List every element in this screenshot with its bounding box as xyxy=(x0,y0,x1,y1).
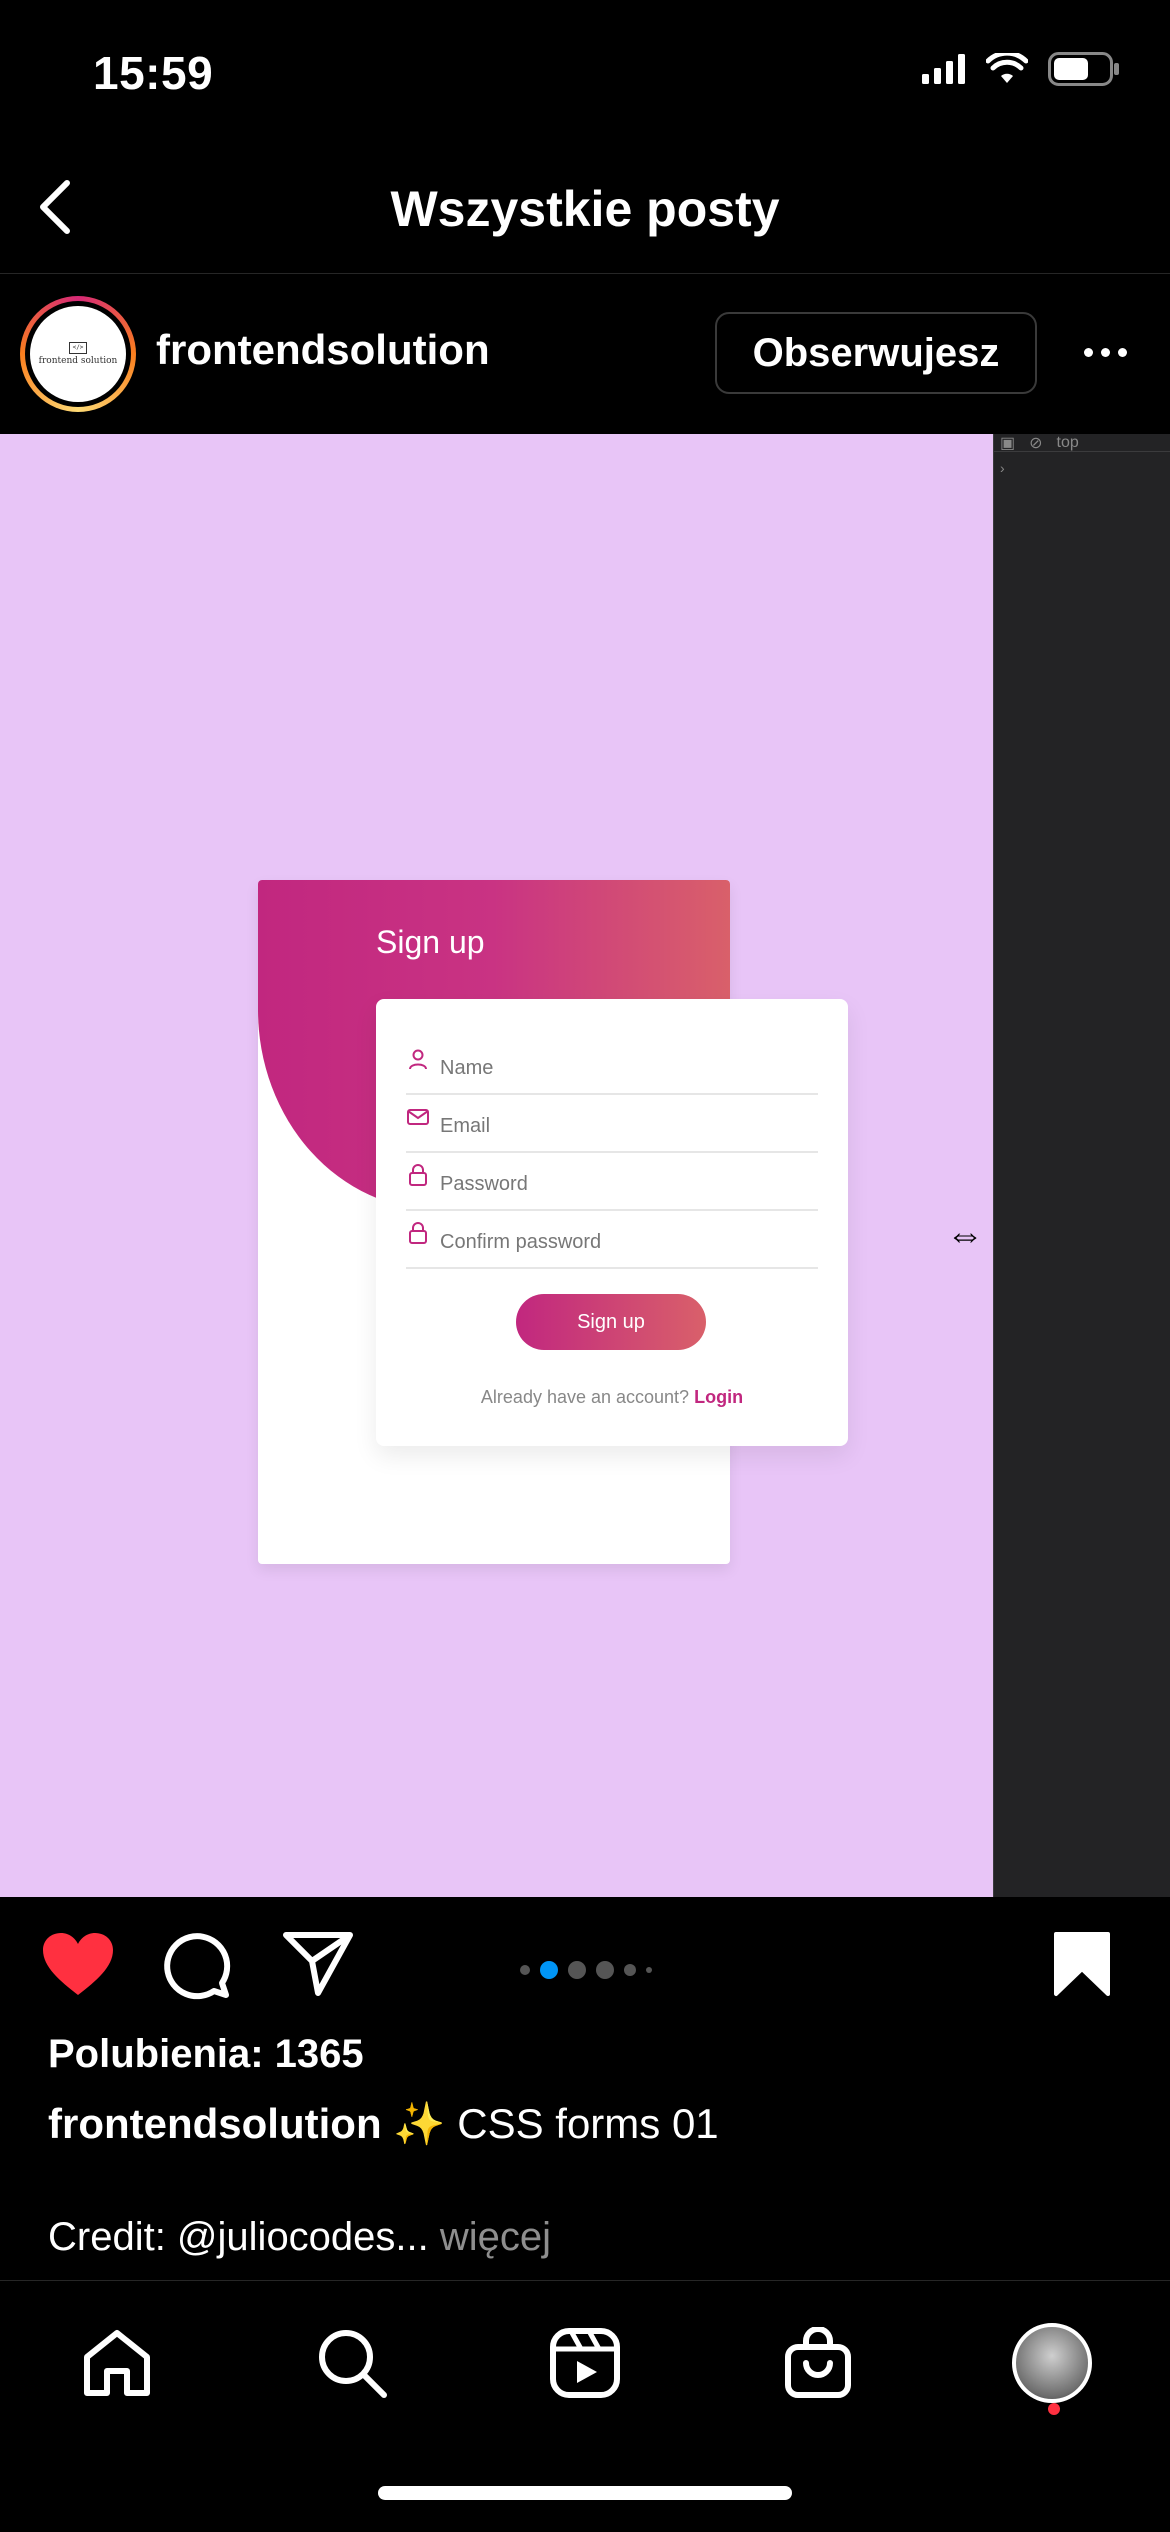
profile-avatar-icon xyxy=(1012,2323,1092,2403)
email-field: Email xyxy=(406,1095,818,1153)
more-options-icon[interactable] xyxy=(1075,332,1135,372)
layout-icon: ▣ xyxy=(1000,434,1016,452)
post-header: </> frontend solution frontendsolution O… xyxy=(0,274,1170,434)
notification-dot xyxy=(1048,2403,1060,2415)
reels-icon xyxy=(550,2328,620,2398)
nav-search[interactable] xyxy=(312,2323,392,2403)
signup-form-card: Name Email Password Confirm password Sig… xyxy=(376,999,848,1446)
account-text: Already have an account? xyxy=(480,1387,690,1407)
signup-title: Sign up xyxy=(376,924,485,960)
page-header: Wszystkie posty xyxy=(0,150,1170,274)
status-icons xyxy=(922,52,1120,86)
search-icon xyxy=(319,2330,387,2398)
password-field-label: Password xyxy=(440,1173,528,1195)
profile-avatar[interactable]: </> frontend solution xyxy=(20,296,136,412)
bookmark-icon[interactable] xyxy=(1053,1931,1111,1997)
lock-icon xyxy=(409,1164,427,1186)
likes-count[interactable]: Polubienia: 1365 xyxy=(48,2032,364,2077)
home-icon xyxy=(84,2330,150,2396)
name-field-label: Name xyxy=(440,1057,494,1079)
shopping-bag-icon xyxy=(785,2327,851,2398)
mail-icon xyxy=(407,1109,429,1125)
carousel-dot xyxy=(520,1965,530,1975)
user-icon xyxy=(409,1049,427,1070)
post-media[interactable]: ▣ ⊘ top › ⇔ Sign up Name Email Password … xyxy=(0,434,1170,1897)
heart-icon[interactable] xyxy=(40,1931,116,1997)
carousel-dot xyxy=(568,1961,586,1979)
lock-icon xyxy=(409,1222,427,1244)
caption-username[interactable]: frontendsolution xyxy=(48,2100,382,2147)
sparkles-emoji: ✨ xyxy=(393,2100,446,2147)
nav-reels[interactable] xyxy=(545,2323,625,2403)
post-actions xyxy=(0,1897,1170,2042)
resize-cursor-icon: ⇔ xyxy=(946,1214,984,1256)
status-time: 15:59 xyxy=(93,47,214,99)
caption-credit: Credit: @juliocodes... więcej xyxy=(48,2215,551,2260)
following-button[interactable]: Obserwujesz xyxy=(715,312,1037,394)
password-field: Password xyxy=(406,1153,818,1211)
nav-shop[interactable] xyxy=(778,2323,858,2403)
avatar-logo-text: frontend solution xyxy=(38,356,118,366)
caret-right-icon: › xyxy=(1000,460,1005,476)
carousel-dot xyxy=(596,1961,614,1979)
nav-profile[interactable] xyxy=(1012,2323,1092,2403)
home-indicator xyxy=(378,2486,792,2500)
devtools-context: top xyxy=(1056,434,1079,451)
login-prompt: Already have an account? Login xyxy=(376,1387,848,1408)
carousel-dot xyxy=(624,1964,636,1976)
devtools-toolbar: ▣ ⊘ top xyxy=(994,434,1170,452)
page-title: Wszystkie posty xyxy=(390,181,780,237)
email-field-label: Email xyxy=(440,1115,491,1137)
post-caption: frontendsolution ✨ CSS forms 01 xyxy=(48,2100,719,2149)
code-logo-icon: </> xyxy=(69,342,87,354)
wifi-icon xyxy=(986,53,1028,83)
status-bar: 15:59 xyxy=(0,0,1170,150)
name-field: Name xyxy=(406,1037,818,1095)
confirm-password-field: Confirm password xyxy=(406,1211,818,1269)
nav-home[interactable] xyxy=(77,2323,157,2403)
form-signup-button: Sign up xyxy=(516,1294,706,1350)
share-icon[interactable] xyxy=(282,1931,354,1997)
caption-text: CSS forms 01 xyxy=(457,2100,719,2147)
more-link[interactable]: więcej xyxy=(440,2215,551,2259)
signal-icon xyxy=(922,54,965,84)
comment-icon[interactable] xyxy=(162,1931,232,2001)
confirm-password-field-label: Confirm password xyxy=(440,1231,602,1253)
block-icon: ⊘ xyxy=(1029,434,1043,452)
carousel-indicator xyxy=(520,1961,652,1979)
battery-icon xyxy=(1048,52,1119,86)
credit-text: Credit: @juliocodes... xyxy=(48,2215,429,2259)
login-link: Login xyxy=(694,1387,744,1407)
post-username[interactable]: frontendsolution xyxy=(156,326,490,374)
carousel-dot xyxy=(646,1967,652,1973)
carousel-dot-active xyxy=(540,1961,558,1979)
devtools-panel: ▣ ⊘ top › xyxy=(993,434,1170,1897)
